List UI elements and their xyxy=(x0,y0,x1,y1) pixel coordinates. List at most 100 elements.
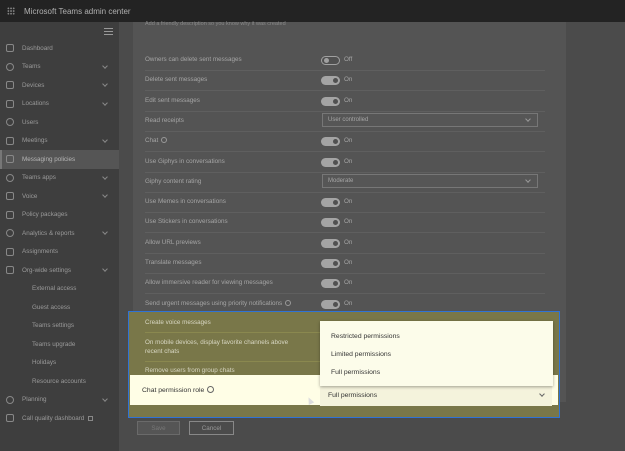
setting-toggle[interactable] xyxy=(321,157,340,167)
setting-dropdown[interactable]: User controlled xyxy=(322,112,538,127)
setting-toggle[interactable] xyxy=(321,56,340,65)
remove-users-label: Remove users from group chats xyxy=(145,367,235,374)
chevron-down-icon[interactable] xyxy=(102,62,108,69)
nav-item[interactable]: Org-wide settings xyxy=(0,261,119,280)
nav-item[interactable]: Users xyxy=(0,113,119,132)
setting-toggle[interactable] xyxy=(321,76,340,86)
setting-row: Use Stickers in conversations On xyxy=(145,213,545,234)
setting-label: Use Giphys in conversations xyxy=(145,157,225,165)
setting-toggle[interactable] xyxy=(321,198,340,208)
setting-toggle[interactable] xyxy=(321,279,340,289)
setting-toggle[interactable] xyxy=(321,137,340,147)
app-launcher-icon[interactable] xyxy=(0,0,22,22)
setting-toggle[interactable] xyxy=(321,299,340,309)
setting-toggle[interactable] xyxy=(321,96,340,106)
setting-toggle[interactable] xyxy=(321,218,340,228)
app-title: Microsoft Teams admin center xyxy=(24,6,131,16)
chevron-down-icon[interactable] xyxy=(102,136,108,143)
setting-dropdown[interactable]: Moderate xyxy=(322,173,538,188)
nav-item[interactable]: Locations xyxy=(0,95,119,114)
nav-item[interactable]: Teams upgrade xyxy=(0,335,119,354)
toggle-state: Off xyxy=(344,56,353,63)
chevron-down-icon[interactable] xyxy=(102,81,108,87)
setting-toggle[interactable] xyxy=(321,238,340,248)
dropdown-value: User controlled xyxy=(328,116,369,123)
toggle-state: On xyxy=(344,279,353,287)
toggle-state: On xyxy=(344,218,353,226)
setting-row: Allow URL previews On xyxy=(145,234,545,254)
setting-row: Allow immersive reader for viewing messa… xyxy=(145,274,545,295)
setting-label: Use Stickers in conversations xyxy=(145,218,228,226)
mobile-favorites-label-line2: recent chats xyxy=(145,348,180,355)
nav-item-label: Assignments xyxy=(22,248,59,256)
chevron-down-icon[interactable] xyxy=(102,173,108,180)
setting-label: Use Memes in conversations xyxy=(145,198,226,206)
users-icon xyxy=(6,118,14,127)
nav-item[interactable]: Assignments xyxy=(0,243,119,262)
nav-item-label: Analytics & reports xyxy=(22,229,75,237)
home-icon xyxy=(6,44,14,53)
mobile-favorites-label-line1: On mobile devices, display favorite chan… xyxy=(145,339,289,346)
setting-row: Chat On xyxy=(145,132,545,153)
phone-icon xyxy=(6,192,14,201)
nav-item[interactable]: Teams apps xyxy=(0,169,119,188)
nav-item[interactable]: External access xyxy=(0,280,119,299)
cancel-button[interactable]: Cancel xyxy=(189,421,234,435)
nav-item[interactable]: Voice xyxy=(0,187,119,206)
info-icon[interactable] xyxy=(207,386,215,393)
nav-item-label: Planning xyxy=(22,396,47,404)
nav-item[interactable]: Policy packages xyxy=(0,206,119,225)
nav-item-label: Devices xyxy=(22,81,45,89)
chart-icon xyxy=(6,229,14,238)
save-button[interactable]: Save xyxy=(137,421,180,435)
chevron-down-icon[interactable] xyxy=(102,395,108,402)
nav-item[interactable]: Planning xyxy=(0,391,119,410)
nav-item-label: Holidays xyxy=(32,359,57,367)
toggle-state: On xyxy=(344,259,353,266)
nav-item-label: Teams apps xyxy=(22,174,56,182)
nav-item-label: Call quality dashboard xyxy=(22,414,85,422)
chevron-down-icon[interactable] xyxy=(102,192,108,198)
chat-permission-dropdown[interactable]: Full permissions xyxy=(320,386,552,406)
toggle-state: On xyxy=(344,198,353,206)
option-restricted-permissions[interactable]: Restricted permissions xyxy=(331,333,400,340)
hamburger-menu-icon[interactable] xyxy=(104,28,113,35)
chevron-down-icon[interactable] xyxy=(102,229,108,235)
info-icon[interactable] xyxy=(161,137,168,144)
description-hint: Add a friendly description so you know w… xyxy=(145,21,286,27)
setting-label: Giphy content rating xyxy=(145,177,202,185)
nav-item[interactable]: Holidays xyxy=(0,354,119,373)
nav-item[interactable]: Call quality dashboard xyxy=(0,409,119,428)
setting-label: Send urgent messages using priority noti… xyxy=(145,299,283,307)
toggle-state: On xyxy=(344,76,353,84)
nav-item[interactable]: Resource accounts xyxy=(0,372,119,391)
toggle-state: On xyxy=(344,96,353,104)
chat-permission-label: Chat permission role xyxy=(142,387,205,394)
nav-item[interactable]: Analytics & reports xyxy=(0,224,119,243)
nav-item[interactable]: Teams settings xyxy=(0,317,119,336)
nav-item[interactable]: Devices xyxy=(0,76,119,95)
nav-item[interactable]: Messaging policies xyxy=(0,150,119,169)
info-icon[interactable] xyxy=(285,299,292,306)
setting-row: Read receipts User controlled xyxy=(145,112,545,132)
teams-icon xyxy=(6,62,14,71)
gear-icon xyxy=(6,266,14,275)
nav-item-label: Resource accounts xyxy=(32,377,86,385)
nav-item-label: Teams settings xyxy=(32,322,74,330)
option-full-permissions[interactable]: Full permissions xyxy=(331,369,380,376)
setting-row: Translate messages On xyxy=(145,254,545,274)
nav-item[interactable]: Meetings xyxy=(0,132,119,151)
nav-item[interactable]: Teams xyxy=(0,58,119,77)
nav-item-label: Messaging policies xyxy=(22,155,76,163)
option-limited-permissions[interactable]: Limited permissions xyxy=(331,351,391,358)
setting-label: Chat xyxy=(145,137,159,145)
chevron-down-icon[interactable] xyxy=(102,99,108,106)
setting-label: Allow immersive reader for viewing messa… xyxy=(145,279,273,287)
setting-toggle[interactable] xyxy=(321,259,340,268)
chevron-down-icon xyxy=(525,116,531,122)
nav-item[interactable]: Dashboard xyxy=(0,39,119,58)
nav-item[interactable]: Guest access xyxy=(0,298,119,317)
chevron-down-icon[interactable] xyxy=(102,266,108,272)
setting-row: Owners can delete sent messages Off xyxy=(145,51,545,71)
setting-row: Use Giphys in conversations On xyxy=(145,153,545,173)
